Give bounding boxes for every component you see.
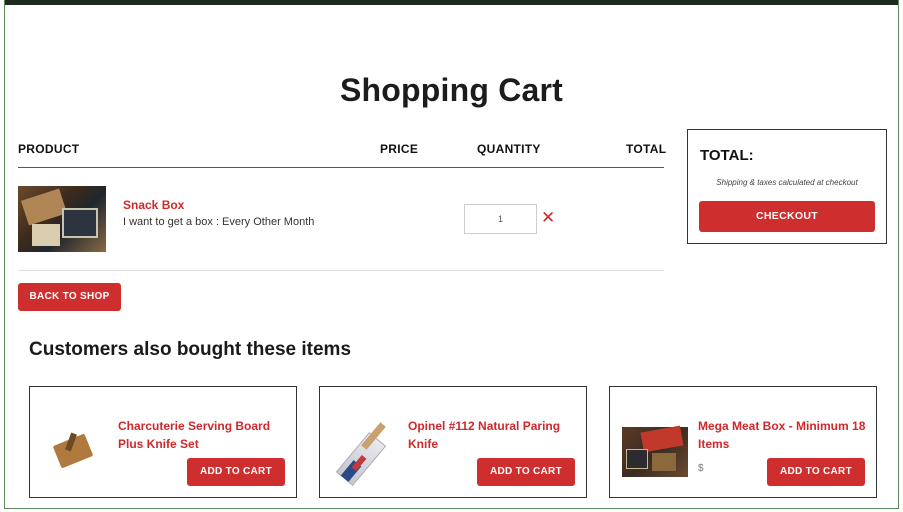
close-icon[interactable]: ✕: [541, 206, 555, 230]
page-title: Shopping Cart: [339, 72, 564, 108]
upsell-card: Opinel #112 Natural Paring Knife ADD TO …: [319, 386, 587, 498]
product-thumbnail[interactable]: [332, 417, 402, 489]
column-header-total: TOTAL: [626, 142, 667, 156]
column-header-product: PRODUCT: [18, 142, 80, 156]
product-option: I want to get a box : Every Other Month: [123, 216, 315, 228]
shipping-note: Shipping & taxes calculated at checkout: [716, 178, 858, 187]
total-label: TOTAL:: [700, 147, 754, 164]
order-summary: TOTAL: Shipping & taxes calculated at ch…: [687, 129, 887, 244]
product-thumbnail[interactable]: [50, 429, 98, 469]
add-to-cart-button[interactable]: ADD TO CART: [187, 458, 285, 486]
add-to-cart-button[interactable]: ADD TO CART: [477, 458, 575, 486]
upsell-card: Mega Meat Box - Minimum 18 Items $ ADD T…: [609, 386, 877, 498]
product-name-link[interactable]: Opinel #112 Natural Paring Knife: [408, 417, 578, 453]
checkout-button[interactable]: CHECKOUT: [699, 201, 875, 232]
product-name-link[interactable]: Charcuterie Serving Board Plus Knife Set: [118, 417, 288, 453]
add-to-cart-button[interactable]: ADD TO CART: [767, 458, 865, 486]
column-header-quantity: QUANTITY: [477, 142, 541, 156]
price-label: $: [698, 463, 704, 474]
row-divider: [18, 270, 664, 271]
product-thumbnail[interactable]: [622, 425, 688, 477]
upsell-title: Customers also bought these items: [29, 339, 352, 360]
upsell-card: Charcuterie Serving Board Plus Knife Set…: [29, 386, 297, 498]
product-thumbnail[interactable]: [18, 186, 106, 252]
quantity-input[interactable]: [464, 204, 537, 234]
table-header-divider: [18, 167, 664, 168]
column-header-price: PRICE: [380, 142, 419, 156]
product-name-link[interactable]: Mega Meat Box - Minimum 18 Items: [698, 417, 868, 453]
back-to-shop-button[interactable]: BACK TO SHOP: [18, 283, 121, 311]
product-name-link[interactable]: Snack Box: [123, 198, 184, 212]
